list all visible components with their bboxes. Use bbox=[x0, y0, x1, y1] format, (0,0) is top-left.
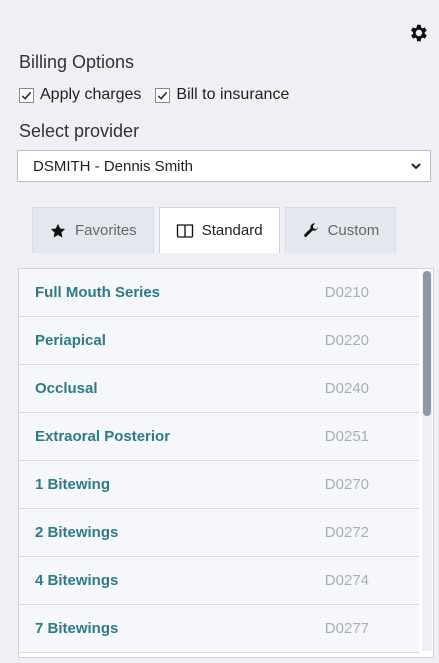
tab-favorites[interactable]: Favorites bbox=[32, 207, 154, 253]
list-item[interactable]: 2 Bitewings D0272 bbox=[19, 509, 419, 557]
book-icon bbox=[176, 223, 193, 238]
procedure-name: Periapical bbox=[35, 332, 106, 349]
tab-custom-label: Custom bbox=[327, 222, 380, 239]
apply-charges-label: Apply charges bbox=[40, 86, 142, 103]
provider-select[interactable]: DSMITH - Dennis Smith bbox=[17, 150, 431, 182]
tab-favorites-label: Favorites bbox=[75, 222, 137, 239]
procedure-code: D0270 bbox=[324, 476, 369, 493]
tab-custom[interactable]: Custom bbox=[284, 207, 397, 253]
bill-insurance-label: Bill to insurance bbox=[176, 86, 290, 103]
procedure-code: D0210 bbox=[324, 284, 369, 301]
chevron-down-icon bbox=[411, 163, 421, 170]
list-item[interactable]: 4 Bitewings D0274 bbox=[19, 557, 419, 605]
bill-insurance-checkbox[interactable]: Bill to insurance bbox=[155, 86, 289, 104]
checkbox-box[interactable] bbox=[19, 87, 34, 103]
procedure-name: 2 Bitewings bbox=[35, 524, 119, 541]
billing-options-title: Billing Options bbox=[19, 52, 135, 72]
procedure-code: D0240 bbox=[324, 380, 369, 397]
procedure-name: Full Mouth Series bbox=[35, 284, 161, 301]
procedure-name: 4 Bitewings bbox=[35, 572, 119, 589]
billing-checkboxes: Apply charges Bill to insurance bbox=[19, 86, 289, 104]
procedure-tabs: Favorites Standard Custom bbox=[32, 207, 397, 253]
checkbox-box[interactable] bbox=[155, 87, 171, 103]
gear-icon[interactable] bbox=[407, 22, 429, 44]
wrench-icon bbox=[303, 222, 318, 237]
checkmark-icon bbox=[158, 91, 168, 100]
procedure-code: D0251 bbox=[324, 428, 369, 445]
procedure-list[interactable]: Full Mouth Series D0210 Periapical D0220 O… bbox=[18, 268, 434, 658]
procedure-name: 7 Bitewings bbox=[35, 620, 119, 637]
procedure-code: D0274 bbox=[324, 572, 369, 589]
procedure-code: D0277 bbox=[324, 620, 369, 637]
list-item[interactable]: Full Mouth Series D0210 bbox=[19, 269, 419, 317]
apply-charges-checkbox[interactable]: Apply charges bbox=[19, 86, 141, 104]
star-icon bbox=[50, 223, 66, 237]
procedure-rows: Full Mouth Series D0210 Periapical D0220 O… bbox=[19, 269, 419, 653]
checkmark-icon bbox=[21, 91, 32, 100]
provider-value: DSMITH - Dennis Smith bbox=[33, 157, 194, 175]
scrollbar-track[interactable] bbox=[422, 271, 432, 651]
list-item[interactable]: 1 Bitewing D0270 bbox=[19, 461, 419, 509]
list-item[interactable]: 7 Bitewings D0277 bbox=[19, 605, 419, 653]
list-item[interactable]: Periapical D0220 bbox=[19, 317, 419, 365]
procedure-code: D0272 bbox=[324, 524, 369, 541]
procedure-name: Extraoral Posterior bbox=[35, 428, 171, 445]
select-provider-label: Select provider bbox=[19, 121, 140, 141]
procedure-name: 1 Bitewing bbox=[35, 476, 111, 493]
procedure-code: D0220 bbox=[324, 332, 369, 349]
list-item[interactable]: Occlusal D0240 bbox=[19, 365, 419, 413]
tab-standard-label: Standard bbox=[201, 222, 263, 239]
procedure-name: Occlusal bbox=[35, 380, 98, 397]
tab-standard[interactable]: Standard bbox=[158, 207, 280, 253]
scrollbar-thumb[interactable] bbox=[423, 271, 431, 416]
list-item[interactable]: Extraoral Posterior D0251 bbox=[19, 413, 419, 461]
